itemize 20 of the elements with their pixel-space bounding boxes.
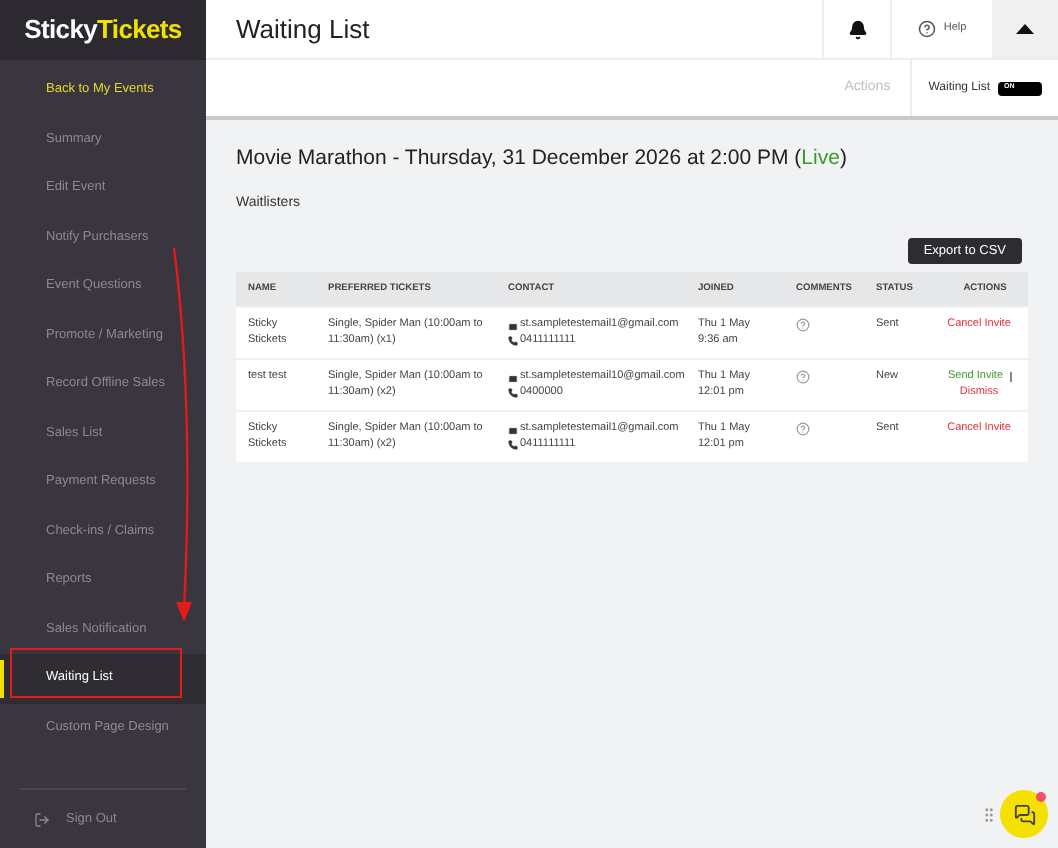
sign-out-icon	[34, 811, 50, 827]
mail-icon	[508, 321, 518, 331]
comment-icon[interactable]	[796, 318, 810, 333]
mail-icon	[508, 425, 518, 435]
bell-icon	[847, 19, 867, 39]
caret-up-icon	[1016, 24, 1034, 34]
brand-logo: StickyTickets	[0, 0, 206, 60]
collapse-button[interactable]	[992, 0, 1058, 58]
phone-icon	[508, 388, 518, 398]
page-title: Waiting List	[236, 11, 372, 48]
chat-button[interactable]	[1000, 790, 1048, 838]
phone-icon	[508, 336, 518, 346]
comment-icon[interactable]	[796, 422, 810, 437]
comment-icon[interactable]	[796, 370, 810, 385]
event-title: Movie Marathon - Thursday, 31 December 2026 at 2:00 PM (Live)	[236, 144, 849, 174]
mail-icon	[508, 373, 518, 383]
chat-icon	[1013, 803, 1035, 825]
help-icon	[917, 20, 936, 38]
drag-handle-icon[interactable]	[980, 806, 998, 824]
phone-icon	[508, 440, 518, 450]
